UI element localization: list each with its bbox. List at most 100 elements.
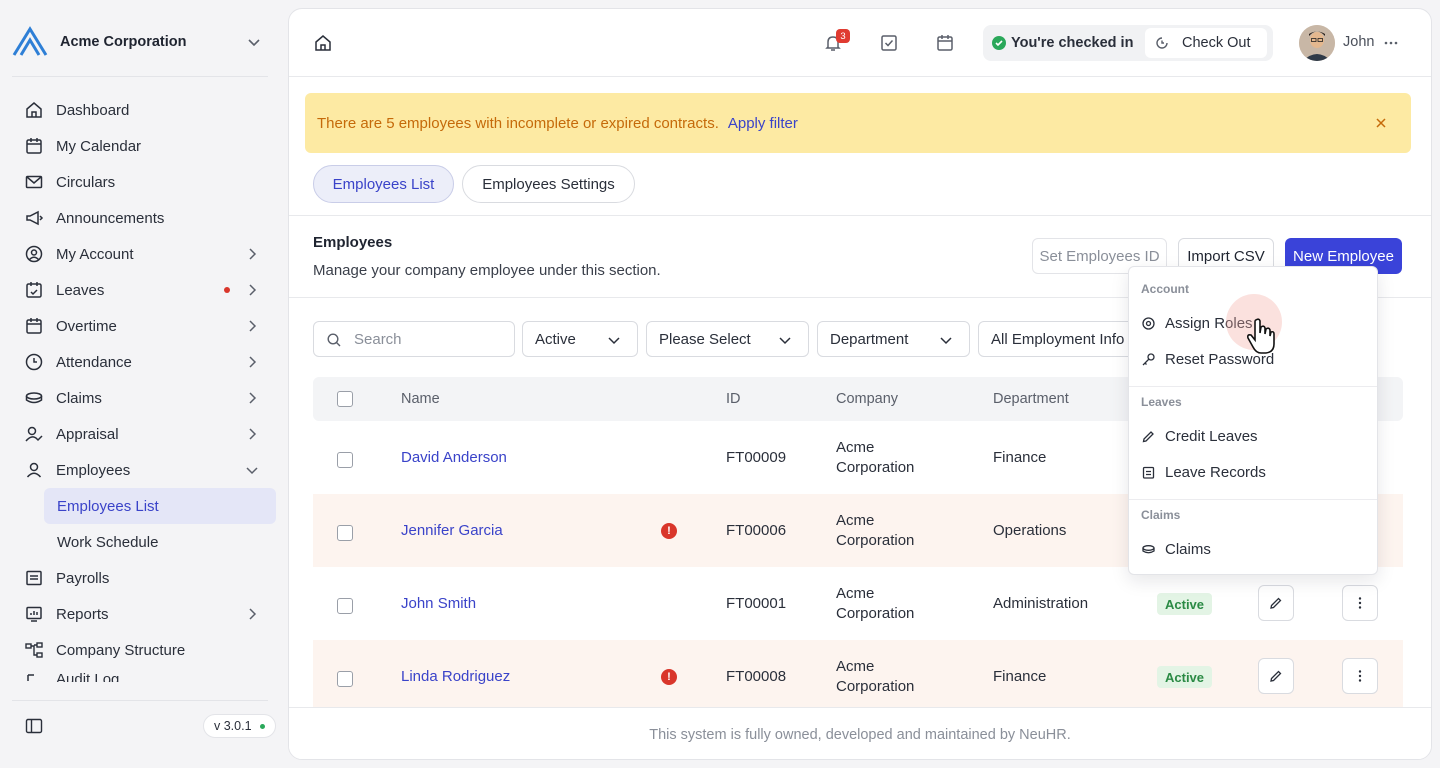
edit-button[interactable] bbox=[1258, 585, 1294, 621]
sidebar-subitem-work-schedule[interactable]: Work Schedule bbox=[44, 524, 276, 560]
tab-employees-settings[interactable]: Employees Settings bbox=[462, 165, 635, 203]
menu-item-label: Leave Records bbox=[1165, 463, 1266, 481]
company-switcher[interactable]: Acme Corporation bbox=[12, 22, 274, 62]
divider bbox=[1129, 499, 1377, 500]
employee-name-link[interactable]: John Smith bbox=[401, 595, 476, 612]
search-icon bbox=[327, 333, 341, 347]
row-actions-button[interactable] bbox=[1342, 585, 1378, 621]
sidebar-item-employees[interactable]: Employees bbox=[12, 452, 276, 488]
check-out-label: Check Out bbox=[1182, 35, 1251, 51]
sidebar-item-label: Claims bbox=[56, 389, 102, 407]
sidebar-item-audit-log[interactable]: Audit Log bbox=[12, 668, 276, 682]
sidebar-item-company-structure[interactable]: Company Structure bbox=[12, 632, 276, 668]
sidebar-item-label: Circulars bbox=[56, 173, 116, 191]
sidebar-item-label: Company Structure bbox=[56, 641, 186, 659]
sidebar-item-attendance[interactable]: Attendance bbox=[12, 344, 276, 380]
edit-button[interactable] bbox=[1258, 658, 1294, 694]
sidebar-item-appraisal[interactable]: Appraisal bbox=[12, 416, 276, 452]
department: Operations bbox=[993, 522, 1067, 539]
report-icon bbox=[24, 604, 44, 624]
home-icon bbox=[24, 100, 44, 120]
chevron-right-icon bbox=[249, 428, 257, 440]
department-value: Department bbox=[830, 330, 909, 348]
employee-name-link[interactable]: Linda Rodriguez bbox=[401, 668, 510, 685]
calendar-check-icon bbox=[24, 280, 44, 300]
check-out-button[interactable]: Check Out bbox=[1145, 28, 1267, 58]
column-header-company: Company bbox=[836, 391, 899, 407]
menu-item-label: Credit Leaves bbox=[1165, 427, 1258, 445]
close-icon[interactable] bbox=[1373, 115, 1389, 131]
apply-filter-link[interactable]: Apply filter bbox=[728, 115, 798, 132]
page-title: Employees bbox=[313, 234, 393, 251]
row-actions-button[interactable] bbox=[1342, 658, 1378, 694]
page-description: Manage your company employee under this … bbox=[313, 262, 661, 279]
tab-employees-list[interactable]: Employees List bbox=[313, 165, 454, 203]
org-chart-icon bbox=[24, 640, 44, 660]
notification-dot bbox=[224, 287, 230, 293]
sidebar-item-my-account[interactable]: My Account bbox=[12, 236, 276, 272]
version-badge: v 3.0.1 bbox=[203, 714, 276, 738]
sidebar-nav: Dashboard My Calendar Circulars Announce… bbox=[12, 92, 276, 682]
sidebar-item-label: Payrolls bbox=[56, 569, 110, 587]
menu-item-credit-leaves[interactable]: Credit Leaves bbox=[1141, 421, 1367, 451]
user-name[interactable]: John bbox=[1343, 34, 1374, 50]
megaphone-icon bbox=[24, 208, 44, 228]
warning-icon[interactable]: ! bbox=[661, 669, 677, 685]
hand-pointer-icon bbox=[1247, 318, 1275, 354]
divider bbox=[12, 700, 268, 701]
chevron-down-icon bbox=[248, 39, 260, 47]
clock-out-icon bbox=[1156, 37, 1168, 49]
sidebar-item-my-calendar[interactable]: My Calendar bbox=[12, 128, 276, 164]
employee-name-link[interactable]: Jennifer Garcia bbox=[401, 522, 503, 539]
warning-icon[interactable]: ! bbox=[661, 523, 677, 539]
more-horizontal-icon[interactable] bbox=[1381, 33, 1401, 53]
avatar[interactable] bbox=[1299, 25, 1335, 61]
contract-alert: There are 5 employees with incomplete or… bbox=[305, 93, 1411, 153]
status-select[interactable]: Active bbox=[522, 321, 638, 357]
table-row: John Smith FT00001 Acme Corporation Admi… bbox=[313, 567, 1403, 640]
menu-item-label: Claims bbox=[1165, 540, 1211, 558]
sidebar-item-label: Employees bbox=[56, 461, 131, 479]
more-vertical-icon bbox=[1358, 597, 1362, 609]
employment-value: All Employment Info bbox=[991, 330, 1125, 348]
sidebar-item-dashboard[interactable]: Dashboard bbox=[12, 92, 276, 128]
company-line-1: Acme bbox=[836, 512, 875, 529]
sidebar-subitem-employees-list[interactable]: Employees List bbox=[44, 488, 276, 524]
search-placeholder: Search bbox=[354, 330, 402, 348]
select-all-checkbox[interactable] bbox=[337, 391, 353, 407]
menu-group-leaves: Leaves bbox=[1141, 395, 1182, 409]
sidebar-item-payrolls[interactable]: Payrolls bbox=[12, 560, 276, 596]
column-header-id: ID bbox=[726, 391, 741, 407]
tasks-icon[interactable] bbox=[879, 33, 899, 53]
calendar-icon[interactable] bbox=[935, 33, 955, 53]
sidebar-item-label: Announcements bbox=[56, 209, 165, 227]
sidebar-item-reports[interactable]: Reports bbox=[12, 596, 276, 632]
sidebar-item-overtime[interactable]: Overtime bbox=[12, 308, 276, 344]
sidebar-toggle-icon[interactable] bbox=[24, 716, 44, 736]
sidebar-item-claims[interactable]: Claims bbox=[12, 380, 276, 416]
company-line-2: Corporation bbox=[836, 532, 915, 549]
menu-item-leave-records[interactable]: Leave Records bbox=[1141, 457, 1367, 487]
alert-text: There are 5 employees with incomplete or… bbox=[317, 114, 719, 132]
chevron-right-icon bbox=[249, 356, 257, 368]
sidebar-item-leaves[interactable]: Leaves bbox=[12, 272, 276, 308]
home-icon[interactable] bbox=[313, 33, 333, 53]
sidebar-item-circulars[interactable]: Circulars bbox=[12, 164, 276, 200]
company-name: Acme Corporation bbox=[60, 34, 187, 50]
department-select[interactable]: Department bbox=[817, 321, 970, 357]
category-select[interactable]: Please Select bbox=[646, 321, 809, 357]
row-checkbox[interactable] bbox=[337, 452, 353, 468]
employment-info-select[interactable]: All Employment Info bbox=[978, 321, 1138, 357]
company-line-2: Corporation bbox=[836, 459, 915, 476]
sidebar-item-announcements[interactable]: Announcements bbox=[12, 200, 276, 236]
sidebar-item-label: Attendance bbox=[56, 353, 132, 371]
employee-name-link[interactable]: David Anderson bbox=[401, 449, 507, 466]
row-checkbox[interactable] bbox=[337, 671, 353, 687]
row-checkbox[interactable] bbox=[337, 525, 353, 541]
divider bbox=[289, 215, 1431, 216]
search-input[interactable]: Search bbox=[313, 321, 515, 357]
menu-item-claims[interactable]: Claims bbox=[1141, 534, 1367, 564]
chevron-down-icon bbox=[940, 337, 952, 345]
row-checkbox[interactable] bbox=[337, 598, 353, 614]
department: Finance bbox=[993, 668, 1047, 685]
